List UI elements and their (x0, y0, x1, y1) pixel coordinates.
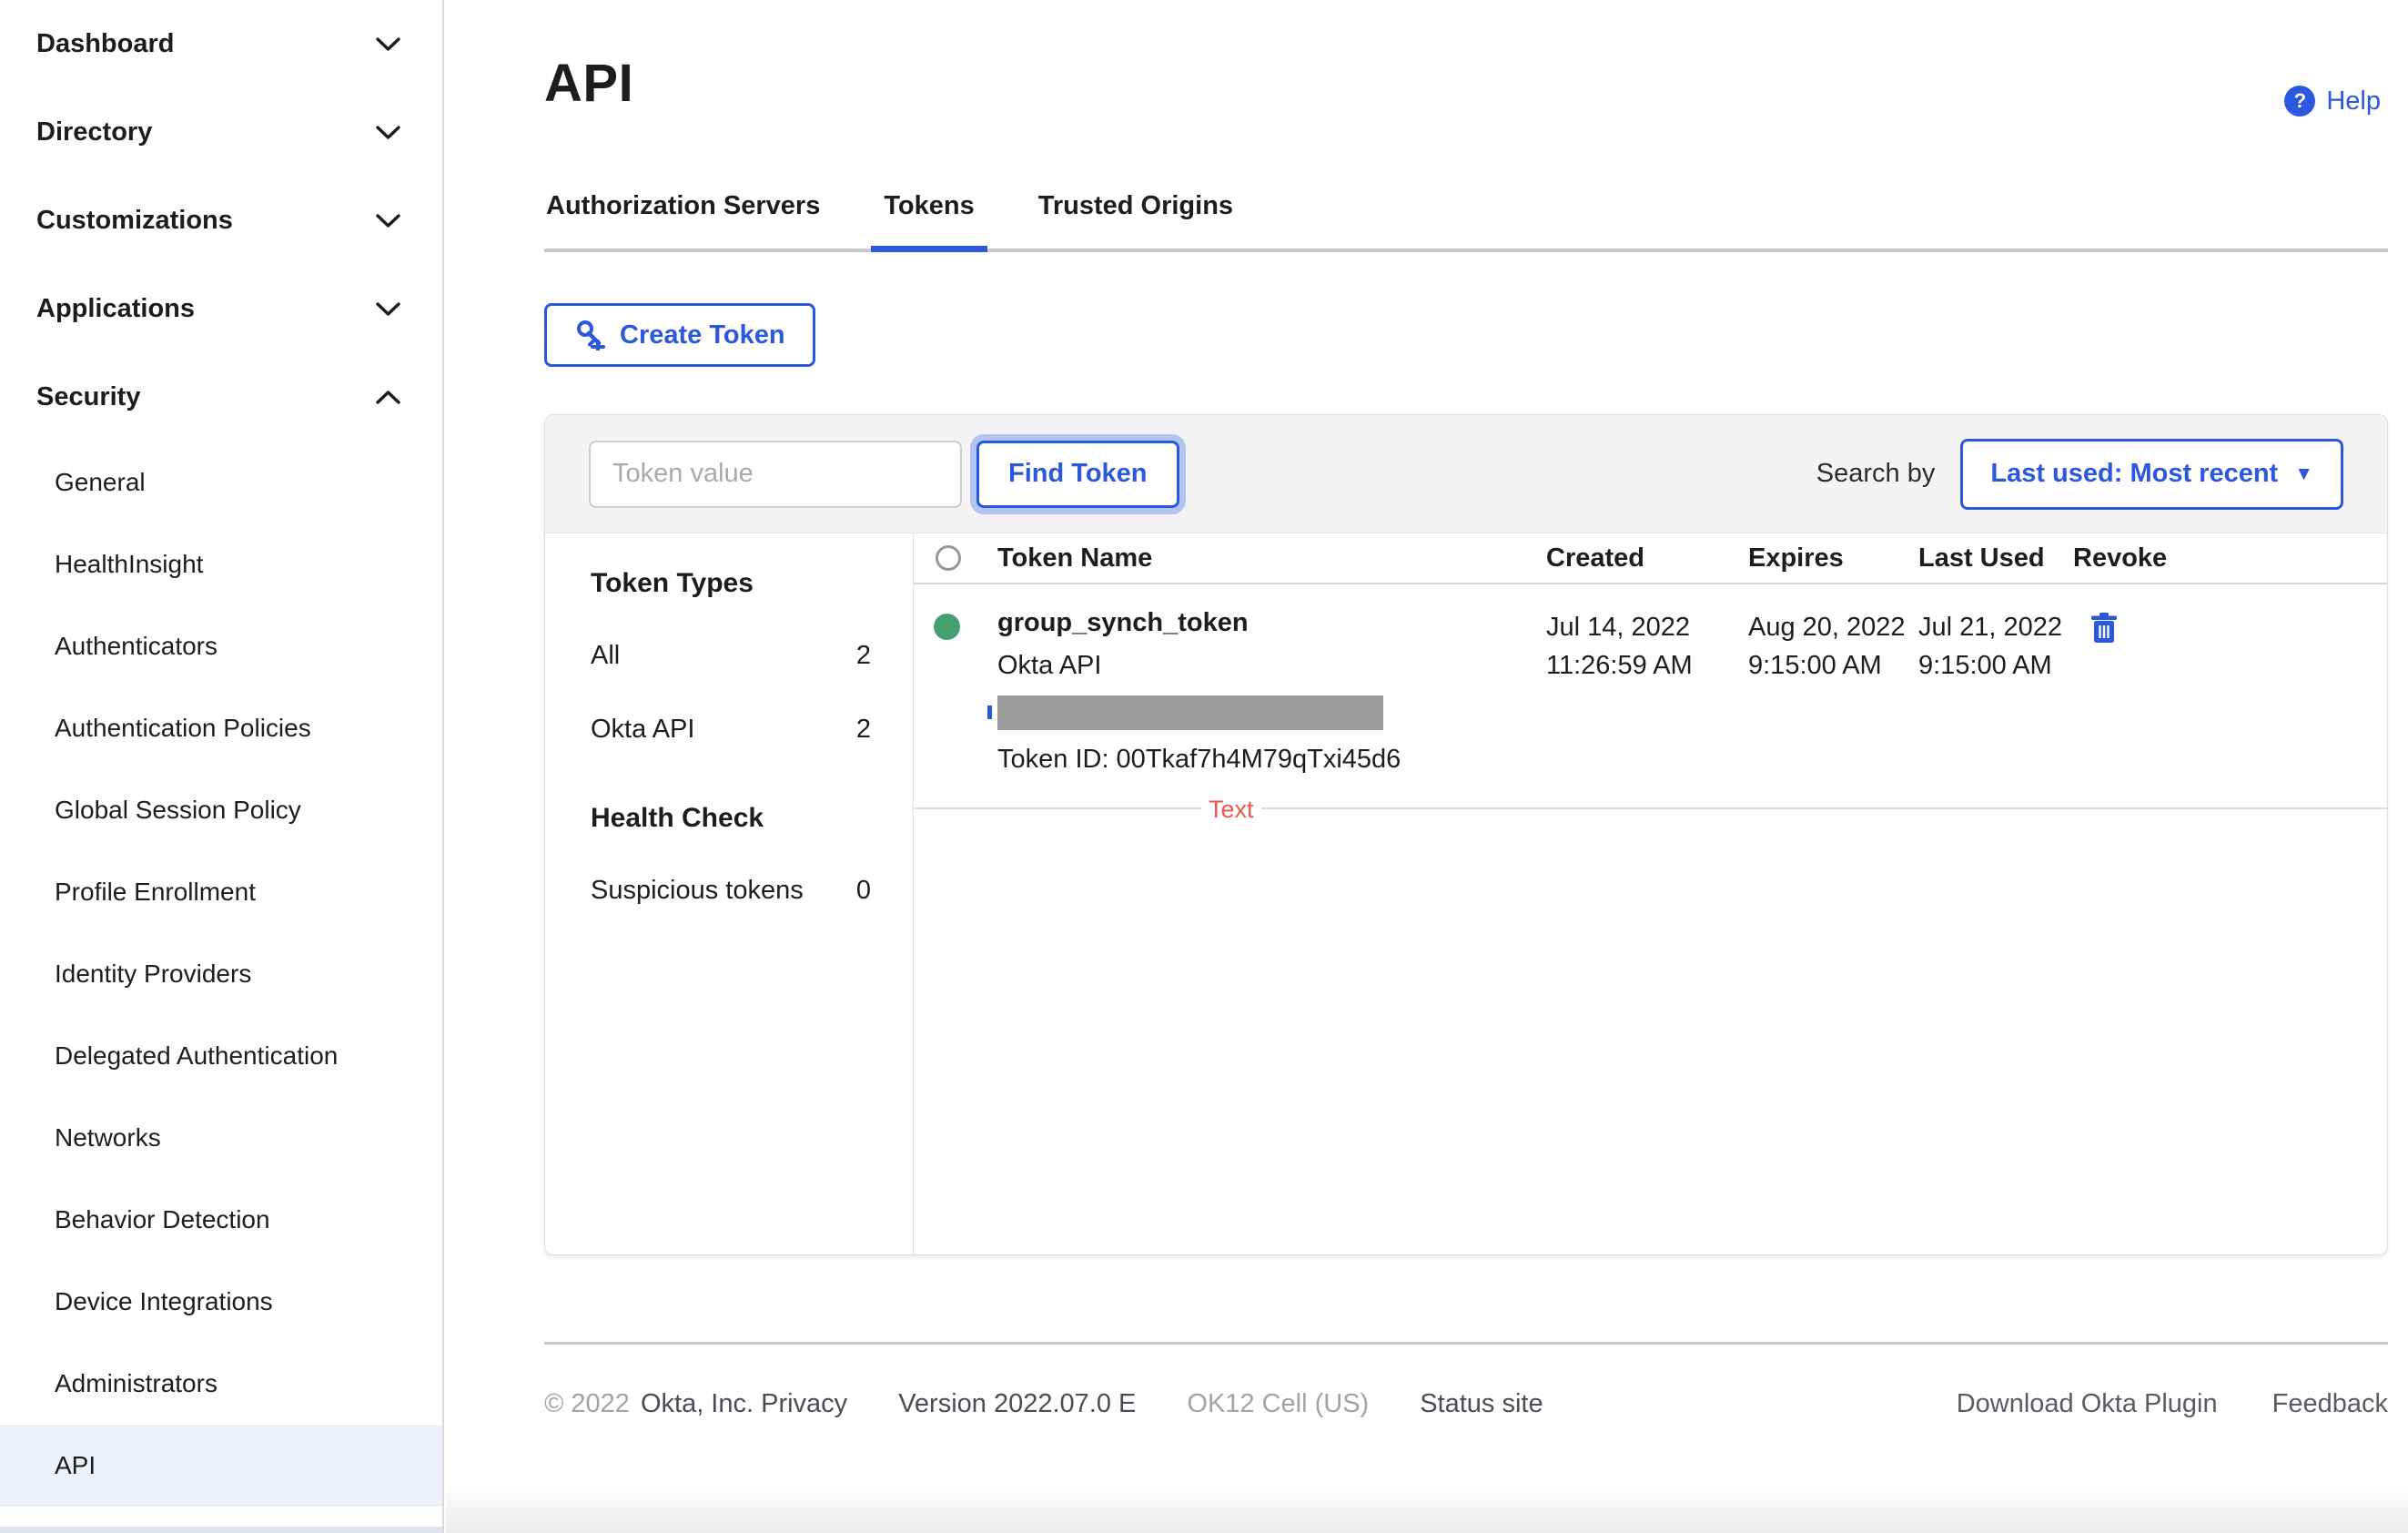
token-expires-cell: Aug 20, 2022 9:15:00 AM (1748, 613, 1906, 680)
copyright-text: © 2022 (544, 1389, 630, 1418)
tab-authorization-servers[interactable]: Authorization Servers (544, 182, 822, 249)
token-value-input[interactable] (589, 440, 962, 508)
column-header-expires: Expires (1748, 543, 1844, 573)
table-header-row: Token Name Created Expires Last Used Rev… (914, 533, 2387, 584)
token-types-panel: Token Types All 2 Okta API 2 Health Chec… (545, 533, 914, 1254)
sidebar-item-delegated-authentication[interactable]: Delegated Authentication (0, 1015, 442, 1097)
chevron-down-icon (376, 301, 400, 317)
key-plus-icon (577, 320, 605, 350)
sort-dropdown-value: Last used: Most recent (1990, 459, 2279, 488)
sidebar-item-label: Security (36, 382, 141, 411)
token-type-label: All (591, 641, 621, 670)
token-created-cell: Jul 14, 2022 11:26:59 AM (1546, 613, 1693, 680)
column-header-last-used: Last Used (1918, 543, 2045, 573)
tokens-panel: Find Token Search by Last used: Most rec… (544, 414, 2388, 1255)
sidebar-top-nav: Dashboard Directory Customizations Appli… (0, 0, 442, 442)
sidebar-item-label: Dashboard (36, 29, 175, 58)
sidebar-item-identity-providers[interactable]: Identity Providers (0, 933, 442, 1015)
select-all-radio[interactable] (936, 545, 961, 571)
chevron-down-icon (376, 36, 400, 52)
token-filter-bar: Find Token Search by Last used: Most rec… (545, 415, 2387, 533)
sidebar-item-directory[interactable]: Directory (0, 88, 442, 177)
token-name[interactable]: group_synch_token (997, 608, 1546, 638)
tokens-table: Token Name Created Expires Last Used Rev… (914, 533, 2387, 1254)
column-header-created: Created (1546, 543, 1644, 573)
token-type-okta-api[interactable]: Okta API 2 (591, 715, 871, 745)
table-row: group_synch_token Okta API Token ID: 00T… (914, 584, 2387, 824)
sidebar-item-security[interactable]: Security (0, 353, 442, 442)
chevron-down-icon (376, 213, 400, 228)
token-type-count: 2 (855, 641, 871, 670)
download-okta-plugin-link[interactable]: Download Okta Plugin (1957, 1389, 2218, 1419)
caret-down-icon: ▼ (2294, 462, 2313, 484)
sidebar-item-authenticators[interactable]: Authenticators (0, 605, 442, 687)
create-token-button[interactable]: Create Token (544, 303, 815, 367)
sort-dropdown[interactable]: Last used: Most recent ▼ (1960, 438, 2343, 510)
version-text: Version 2022.07.0 E (898, 1389, 1137, 1418)
revoke-token-button[interactable] (2086, 608, 2122, 648)
cell-text: OK12 Cell (US) (1187, 1389, 1370, 1418)
sidebar-item-authentication-policies[interactable]: Authentication Policies (0, 687, 442, 769)
privacy-link[interactable]: Okta, Inc. Privacy (641, 1389, 847, 1419)
sidebar-item-behavior-detection[interactable]: Behavior Detection (0, 1179, 442, 1261)
column-header-token-name: Token Name (997, 543, 1153, 573)
token-type-label: Okta API (591, 715, 695, 744)
tab-trusted-origins[interactable]: Trusted Origins (1037, 182, 1235, 249)
sidebar-security-subnav: General HealthInsight Authenticators Aut… (0, 442, 442, 1507)
token-id: Token ID: 00Tkaf7h4M79qTxi45d6 (997, 745, 1401, 774)
token-type-all[interactable]: All 2 (591, 641, 871, 671)
token-type-count: 2 (855, 715, 871, 744)
redacted-token-value (987, 695, 1383, 730)
bottom-fade (446, 1482, 2408, 1533)
column-header-revoke: Revoke (2073, 543, 2168, 573)
tab-tokens[interactable]: Tokens (871, 182, 988, 252)
page-title: API (544, 54, 634, 113)
search-by-label: Search by (1816, 459, 1936, 488)
footer-divider (544, 1342, 2388, 1345)
find-token-button[interactable]: Find Token (976, 440, 1179, 508)
sidebar-item-device-integrations[interactable]: Device Integrations (0, 1261, 442, 1343)
chevron-up-icon (376, 390, 400, 405)
sidebar-item-label: Directory (36, 117, 153, 147)
trash-icon (2091, 613, 2117, 643)
sidebar-item-label: Applications (36, 294, 196, 323)
token-types-title: Token Types (591, 568, 754, 598)
footer: © 2022 Okta, Inc. Privacy Version 2022.0… (544, 1389, 2388, 1419)
sidebar-item-api[interactable]: API (0, 1425, 442, 1507)
tab-bar: Authorization Servers Tokens Trusted Ori… (544, 182, 2388, 252)
sidebar-item-customizations[interactable]: Customizations (0, 177, 442, 265)
status-site-link[interactable]: Status site (1420, 1389, 1543, 1419)
sidebar-item-global-session-policy[interactable]: Global Session Policy (0, 769, 442, 851)
feedback-link[interactable]: Feedback (2272, 1389, 2388, 1419)
create-token-label: Create Token (620, 320, 785, 350)
token-type: Okta API (997, 651, 1102, 680)
sidebar-item-dashboard[interactable]: Dashboard (0, 0, 442, 88)
help-link[interactable]: ? Help (2284, 86, 2381, 117)
annotation-text-label: Text (1201, 796, 1261, 824)
chevron-down-icon (376, 125, 400, 140)
sidebar-item-applications[interactable]: Applications (0, 265, 442, 353)
sidebar: Dashboard Directory Customizations Appli… (0, 0, 444, 1533)
help-label: Help (2326, 86, 2381, 116)
sidebar-item-networks[interactable]: Networks (0, 1097, 442, 1179)
sidebar-item-general[interactable]: General (0, 442, 442, 523)
sidebar-item-healthinsight[interactable]: HealthInsight (0, 523, 442, 605)
sidebar-item-administrators[interactable]: Administrators (0, 1343, 442, 1425)
suspicious-tokens-count: 0 (855, 876, 871, 905)
sidebar-bottom-strip (0, 1527, 442, 1533)
health-check-title: Health Check (591, 803, 764, 833)
sidebar-item-profile-enrollment[interactable]: Profile Enrollment (0, 851, 442, 933)
token-last-used-cell: Jul 21, 2022 9:15:00 AM (1918, 613, 2063, 680)
sidebar-item-label: Customizations (36, 206, 233, 235)
help-icon: ? (2284, 86, 2316, 117)
suspicious-tokens-label: Suspicious tokens (591, 876, 804, 905)
suspicious-tokens-filter[interactable]: Suspicious tokens 0 (591, 876, 871, 906)
main-content: API ? Help Authorization Servers Tokens … (446, 0, 2408, 1533)
token-status-dot (934, 614, 960, 640)
